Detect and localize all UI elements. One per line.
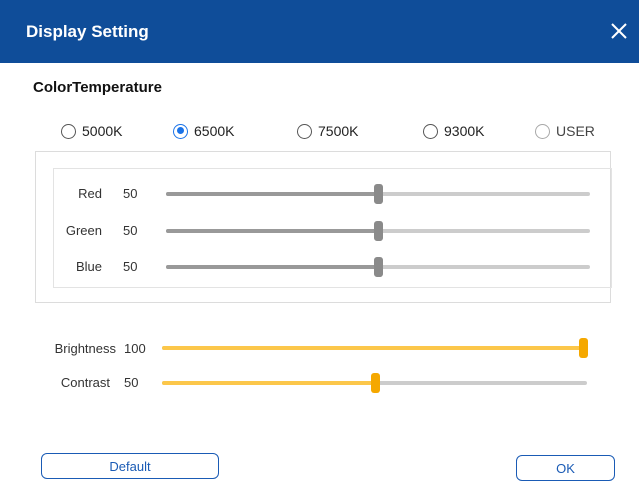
contrast-slider-thumb[interactable] (370, 373, 380, 393)
green-slider-fill (166, 229, 378, 233)
preset-7500k[interactable]: 7500K (297, 120, 358, 142)
preset-label: 9300K (444, 123, 485, 139)
red-slider-fill (166, 192, 378, 196)
brightness-label: Brightness (54, 341, 116, 356)
contrast-slider-fill (162, 381, 375, 385)
preset-9300k[interactable]: 9300K (423, 120, 484, 142)
display-setting-dialog: Display Setting ColorTemperature 5000K 6… (0, 0, 639, 482)
preset-label: USER (556, 123, 595, 139)
blue-slider-thumb[interactable] (374, 257, 383, 277)
close-icon (611, 23, 627, 39)
radio-5000k[interactable] (61, 123, 76, 139)
blue-slider-fill (166, 265, 378, 269)
preset-6500k[interactable]: 6500K (173, 120, 234, 142)
preset-5000k[interactable]: 5000K (61, 120, 122, 142)
ok-button[interactable]: OK (516, 455, 615, 481)
green-slider-thumb[interactable] (374, 221, 383, 241)
green-label: Green (65, 223, 102, 238)
close-button[interactable] (605, 16, 633, 46)
preset-user[interactable]: USER (535, 120, 595, 142)
default-button[interactable]: Default (41, 453, 219, 479)
preset-label: 5000K (82, 123, 123, 139)
red-label: Red (78, 186, 102, 201)
radio-6500k[interactable] (173, 123, 188, 139)
contrast-slider[interactable] (162, 373, 587, 393)
brightness-slider[interactable] (162, 338, 588, 358)
dialog-title: Display Setting (26, 22, 149, 41)
contrast-value: 50 (124, 375, 139, 390)
brightness-slider-fill (162, 346, 583, 350)
radio-user[interactable] (535, 123, 550, 139)
red-slider[interactable] (166, 184, 590, 204)
red-slider-thumb[interactable] (374, 184, 383, 204)
contrast-label: Contrast (60, 375, 110, 390)
blue-value: 50 (123, 259, 138, 274)
radio-9300k[interactable] (423, 123, 438, 139)
preset-label: 7500K (318, 123, 359, 139)
blue-slider[interactable] (166, 257, 590, 277)
brightness-value: 100 (124, 341, 146, 356)
radio-7500k[interactable] (297, 123, 312, 139)
blue-label: Blue (75, 259, 102, 274)
preset-label: 6500K (194, 123, 235, 139)
title-bar: Display Setting (0, 0, 639, 63)
brightness-slider-thumb[interactable] (579, 338, 588, 358)
red-value: 50 (123, 186, 138, 201)
green-slider[interactable] (166, 221, 590, 241)
green-value: 50 (123, 223, 138, 238)
color-temperature-heading: ColorTemperature (33, 79, 162, 96)
